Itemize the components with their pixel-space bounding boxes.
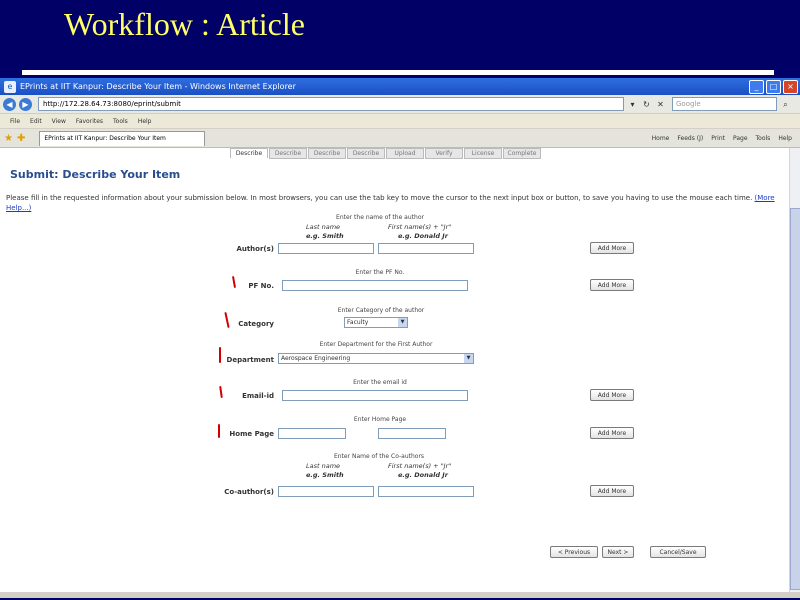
homepage-input-2[interactable]	[378, 428, 446, 439]
email-label: Email-id	[242, 392, 274, 400]
minimize-icon[interactable]: _	[749, 79, 764, 94]
intro-text: Please fill in the requested information…	[6, 193, 786, 213]
page-button[interactable]: Page	[733, 135, 748, 142]
category-value: Faculty	[347, 319, 369, 326]
step-tab[interactable]: Describe	[347, 148, 385, 159]
first-name-hint: First name(s) + "Jr"	[388, 462, 452, 470]
coauthors-label: Co-author(s)	[224, 488, 274, 496]
homepage-hint: Enter Home Page	[353, 416, 407, 423]
authors-hint: Enter the name of the author	[336, 214, 424, 221]
browser-window: e EPrints at IIT Kanpur: Describe Your I…	[0, 78, 800, 598]
command-bar: Home Feeds (J) Print Page Tools Help	[652, 135, 800, 142]
help-button[interactable]: Help	[778, 135, 792, 142]
previous-button[interactable]: < Previous	[550, 546, 598, 558]
first-name-hint: First name(s) + "Jr"	[388, 223, 452, 231]
coauthor-first-name-input[interactable]	[378, 486, 474, 497]
print-button[interactable]: Print	[711, 135, 725, 142]
department-hint: Enter Department for the First Author	[319, 341, 433, 348]
example-last-name: e.g. Smith	[306, 471, 344, 479]
add-favorite-icon[interactable]: ✚	[17, 133, 25, 144]
workflow-steps: Describe Describe Describe Describe Uplo…	[230, 148, 542, 159]
tab-bar: ★ ✚ EPrints at IIT Kanpur: Describe Your…	[0, 129, 800, 148]
example-first-name: e.g. Donald Jr	[398, 471, 448, 479]
next-button[interactable]: Next >	[602, 546, 634, 558]
email-input[interactable]	[282, 390, 468, 401]
department-label: Department	[226, 356, 274, 364]
slide-divider	[22, 70, 774, 75]
stop-icon[interactable]: ✕	[655, 99, 666, 110]
step-tab[interactable]: Upload	[386, 148, 424, 159]
chevron-down-icon: ▼	[398, 318, 407, 327]
step-tab[interactable]: Describe	[308, 148, 346, 159]
status-bar	[0, 592, 800, 598]
vertical-scrollbar[interactable]	[789, 148, 800, 598]
coauthors-hint: Enter Name of the Co-authors	[333, 453, 425, 460]
browser-tab[interactable]: EPrints at IIT Kanpur: Describe Your Ite…	[39, 130, 206, 146]
add-more-email-button[interactable]: Add More	[590, 389, 634, 401]
last-name-hint: Last name	[306, 223, 341, 231]
step-tab[interactable]: License	[464, 148, 502, 159]
pf-number-input[interactable]	[282, 280, 468, 291]
close-icon[interactable]: ×	[783, 79, 798, 94]
add-more-authors-button[interactable]: Add More	[590, 242, 634, 254]
menu-help[interactable]: Help	[138, 118, 152, 125]
page-content: Describe Describe Describe Describe Uplo…	[0, 148, 800, 598]
category-hint: Enter Category of the author	[337, 307, 425, 314]
tools-button[interactable]: Tools	[756, 135, 771, 142]
address-input[interactable]: http://172.28.64.73:8080/eprint/submit	[38, 97, 624, 111]
cancel-save-button[interactable]: Cancel/Save	[650, 546, 706, 558]
step-tab[interactable]: Verify	[425, 148, 463, 159]
address-bar-row: ◀ ▶ http://172.28.64.73:8080/eprint/subm…	[0, 95, 800, 114]
step-tab[interactable]: Describe	[269, 148, 307, 159]
menu-favorites[interactable]: Favorites	[76, 118, 103, 125]
example-last-name: e.g. Smith	[306, 232, 344, 240]
window-title: EPrints at IIT Kanpur: Describe Your Ite…	[20, 82, 296, 91]
menu-edit[interactable]: Edit	[30, 118, 42, 125]
homepage-input[interactable]	[278, 428, 346, 439]
search-input[interactable]: Google	[672, 97, 777, 111]
dropdown-icon[interactable]: ▾	[627, 99, 638, 110]
favorites-star-icon[interactable]: ★	[4, 133, 13, 144]
back-icon[interactable]: ◀	[3, 97, 16, 111]
author-first-name-input[interactable]	[378, 243, 474, 254]
category-label: Category	[238, 320, 274, 328]
authors-label: Author(s)	[236, 245, 274, 253]
step-tab[interactable]: Describe	[230, 148, 268, 158]
department-value: Aerospace Engineering	[281, 355, 351, 362]
intro-body: Please fill in the requested information…	[6, 194, 753, 202]
add-more-homepage-button[interactable]: Add More	[590, 427, 634, 439]
window-titlebar: e EPrints at IIT Kanpur: Describe Your I…	[0, 78, 800, 95]
example-first-name: e.g. Donald Jr	[398, 232, 448, 240]
search-icon[interactable]: ⌕	[780, 99, 791, 110]
chevron-down-icon: ▼	[464, 354, 473, 363]
add-more-pf-button[interactable]: Add More	[590, 279, 634, 291]
page-heading: Submit: Describe Your Item	[10, 168, 181, 181]
category-select[interactable]: Faculty ▼	[344, 317, 408, 328]
feeds-button[interactable]: Feeds (J)	[677, 135, 703, 142]
scrollbar-thumb[interactable]	[790, 208, 800, 590]
menu-view[interactable]: View	[52, 118, 66, 125]
add-more-coauthors-button[interactable]: Add More	[590, 485, 634, 497]
step-tab[interactable]: Complete	[503, 148, 541, 159]
coauthor-last-name-input[interactable]	[278, 486, 374, 497]
pf-label: PF No.	[248, 282, 274, 290]
menu-bar: File Edit View Favorites Tools Help	[0, 114, 800, 129]
menu-tools[interactable]: Tools	[113, 118, 128, 125]
menu-file[interactable]: File	[10, 118, 20, 125]
home-button[interactable]: Home	[652, 135, 670, 142]
last-name-hint: Last name	[306, 462, 341, 470]
homepage-label: Home Page	[229, 430, 274, 438]
email-hint: Enter the email id	[353, 379, 407, 386]
author-last-name-input[interactable]	[278, 243, 374, 254]
forward-icon[interactable]: ▶	[19, 97, 32, 111]
maximize-icon[interactable]: □	[766, 79, 781, 94]
slide-title: Workflow : Article	[64, 6, 305, 42]
department-select[interactable]: Aerospace Engineering ▼	[278, 353, 474, 364]
ie-icon: e	[4, 80, 16, 93]
refresh-icon[interactable]: ↻	[641, 99, 652, 110]
pf-hint: Enter the PF No.	[355, 269, 405, 276]
